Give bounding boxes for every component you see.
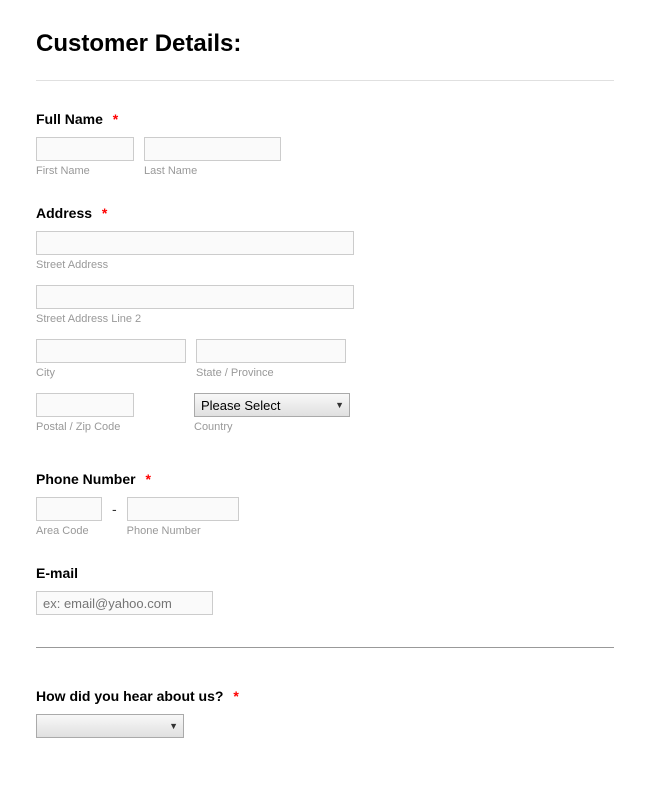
email-input[interactable] — [36, 591, 213, 615]
areacode-input[interactable] — [36, 497, 102, 521]
phonenum-col: Phone Number — [127, 497, 239, 537]
form-container: Customer Details: Full Name * First Name… — [0, 0, 650, 796]
firstname-input[interactable] — [36, 137, 134, 161]
phone-row: Area Code - Phone Number — [36, 497, 614, 537]
address-group: Address * Street Address Street Address … — [36, 205, 614, 433]
state-sublabel: State / Province — [196, 367, 346, 379]
postal-country-row: Postal / Zip Code Please Select Country — [36, 393, 614, 433]
phonenum-input[interactable] — [127, 497, 239, 521]
street-col: Street Address — [36, 231, 614, 271]
street2-sublabel: Street Address Line 2 — [36, 313, 614, 325]
street-sublabel: Street Address — [36, 259, 614, 271]
phone-dash: - — [112, 497, 117, 517]
phone-label-text: Phone Number — [36, 471, 136, 487]
postal-sublabel: Postal / Zip Code — [36, 421, 134, 433]
hearabout-group: How did you hear about us? * — [36, 688, 614, 738]
page-title: Customer Details: — [36, 30, 614, 58]
country-col: Please Select Country — [194, 393, 350, 433]
lastname-sublabel: Last Name — [144, 165, 281, 177]
phone-label: Phone Number * — [36, 471, 614, 487]
city-state-row: City State / Province — [36, 339, 614, 379]
email-label: E-mail — [36, 565, 614, 581]
required-star: * — [102, 205, 107, 221]
lastname-col: Last Name — [144, 137, 281, 177]
street-input[interactable] — [36, 231, 354, 255]
street2-row: Street Address Line 2 — [36, 285, 614, 325]
email-group: E-mail — [36, 565, 614, 615]
areacode-col: Area Code — [36, 497, 102, 537]
firstname-col: First Name — [36, 137, 134, 177]
firstname-sublabel: First Name — [36, 165, 134, 177]
hearabout-select-wrapper — [36, 714, 184, 738]
street2-col: Street Address Line 2 — [36, 285, 614, 325]
postal-input[interactable] — [36, 393, 134, 417]
state-input[interactable] — [196, 339, 346, 363]
required-star: * — [145, 471, 150, 487]
postal-col: Postal / Zip Code — [36, 393, 134, 433]
hearabout-label: How did you hear about us? * — [36, 688, 614, 704]
required-star: * — [113, 111, 118, 127]
state-col: State / Province — [196, 339, 346, 379]
fullname-group: Full Name * First Name Last Name — [36, 111, 614, 177]
lastname-input[interactable] — [144, 137, 281, 161]
fullname-label-text: Full Name — [36, 111, 103, 127]
areacode-sublabel: Area Code — [36, 525, 102, 537]
street2-input[interactable] — [36, 285, 354, 309]
phone-group: Phone Number * Area Code - Phone Number — [36, 471, 614, 537]
street-row: Street Address — [36, 231, 614, 271]
hearabout-label-text: How did you hear about us? — [36, 688, 223, 704]
fullname-row: First Name Last Name — [36, 137, 614, 177]
email-label-text: E-mail — [36, 565, 78, 581]
country-select[interactable]: Please Select — [194, 393, 350, 417]
section-divider — [36, 647, 614, 648]
phonenum-sublabel: Phone Number — [127, 525, 239, 537]
city-sublabel: City — [36, 367, 186, 379]
hearabout-select[interactable] — [36, 714, 184, 738]
city-col: City — [36, 339, 186, 379]
title-divider — [36, 80, 614, 81]
city-input[interactable] — [36, 339, 186, 363]
fullname-label: Full Name * — [36, 111, 614, 127]
address-label: Address * — [36, 205, 614, 221]
required-star: * — [233, 688, 238, 704]
address-label-text: Address — [36, 205, 92, 221]
country-sublabel: Country — [194, 421, 350, 433]
country-select-wrapper: Please Select — [194, 393, 350, 417]
